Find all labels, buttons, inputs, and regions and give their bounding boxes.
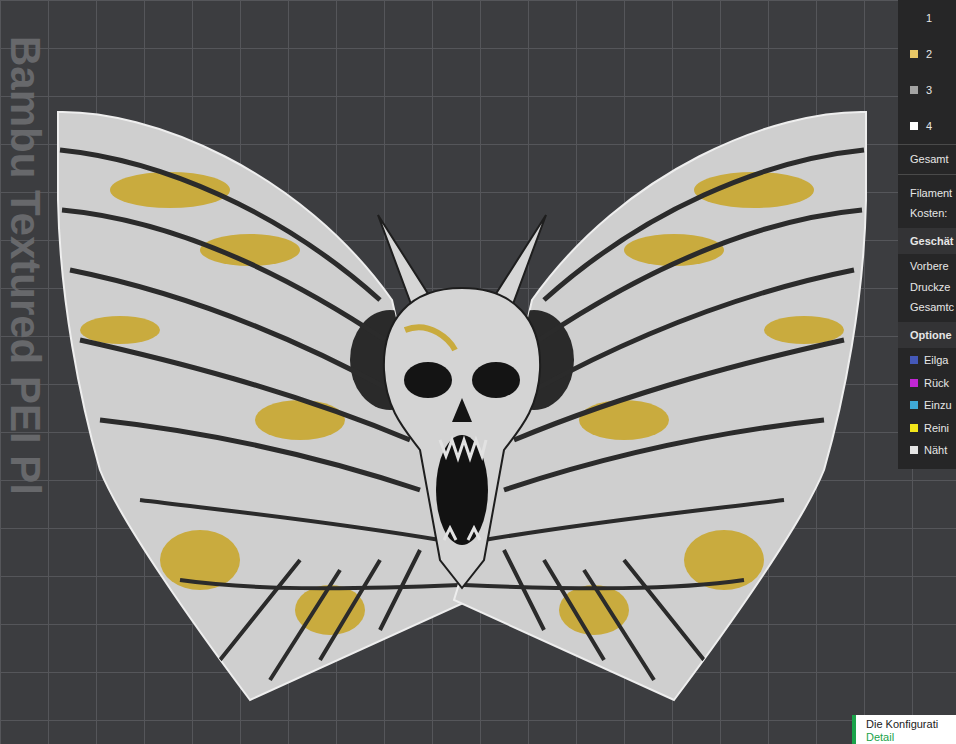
plate-watermark: Bambu Textured PEI Pl xyxy=(4,36,46,495)
slicer-preview: Bambu Textured PEI Pl 1234Gesamt Filament K… xyxy=(0,0,956,744)
legend-item: 2 xyxy=(910,36,956,72)
options-header: Optione xyxy=(898,322,956,349)
options-list: Eilga Rück Einzu Reini Näht xyxy=(898,348,956,459)
option-swatch xyxy=(910,356,918,364)
wing xyxy=(454,112,866,700)
skull xyxy=(378,215,546,588)
option-item[interactable]: Eilga xyxy=(910,352,956,369)
option-swatch xyxy=(910,379,918,387)
legend-item: 4 xyxy=(910,108,956,144)
option-item[interactable]: Rück xyxy=(910,375,956,392)
color-swatch xyxy=(910,50,918,58)
model-preview xyxy=(0,0,956,744)
estimate-list: Vorbere Druckze Gesamtc xyxy=(898,254,956,316)
color-swatch xyxy=(910,86,918,94)
notification-text: Die Konfigurati xyxy=(866,718,956,731)
option-swatch xyxy=(910,401,918,409)
filament-info: Filament Kosten: xyxy=(898,175,956,228)
legend-item: 1 xyxy=(910,0,956,36)
legend-item: 3 xyxy=(910,72,956,108)
notification-link[interactable]: Detail xyxy=(866,731,956,744)
filament-row: Kosten: xyxy=(910,205,956,222)
color-swatch xyxy=(910,122,918,130)
separator xyxy=(898,174,956,175)
notification: Die KonfiguratiDetail xyxy=(852,715,956,744)
estimate-header: Geschät xyxy=(898,228,956,255)
option-item[interactable]: Näht xyxy=(910,442,956,459)
separator xyxy=(898,144,956,145)
legend-list: 1234 xyxy=(898,0,956,144)
option-item[interactable]: Einzu xyxy=(910,397,956,414)
estimate-row: Druckze xyxy=(910,279,956,296)
option-swatch xyxy=(910,424,918,432)
total-label: Gesamt xyxy=(898,145,956,174)
estimate-row: Gesamtc xyxy=(910,299,956,316)
wing xyxy=(58,112,470,700)
estimate-row: Vorbere xyxy=(910,258,956,275)
color-swatch xyxy=(910,14,918,22)
option-item[interactable]: Reini xyxy=(910,420,956,437)
option-swatch xyxy=(910,446,918,454)
filament-row: Filament xyxy=(910,185,956,202)
legend-panel: 1234Gesamt Filament Kosten: Geschät Vorbere D… xyxy=(898,0,956,469)
